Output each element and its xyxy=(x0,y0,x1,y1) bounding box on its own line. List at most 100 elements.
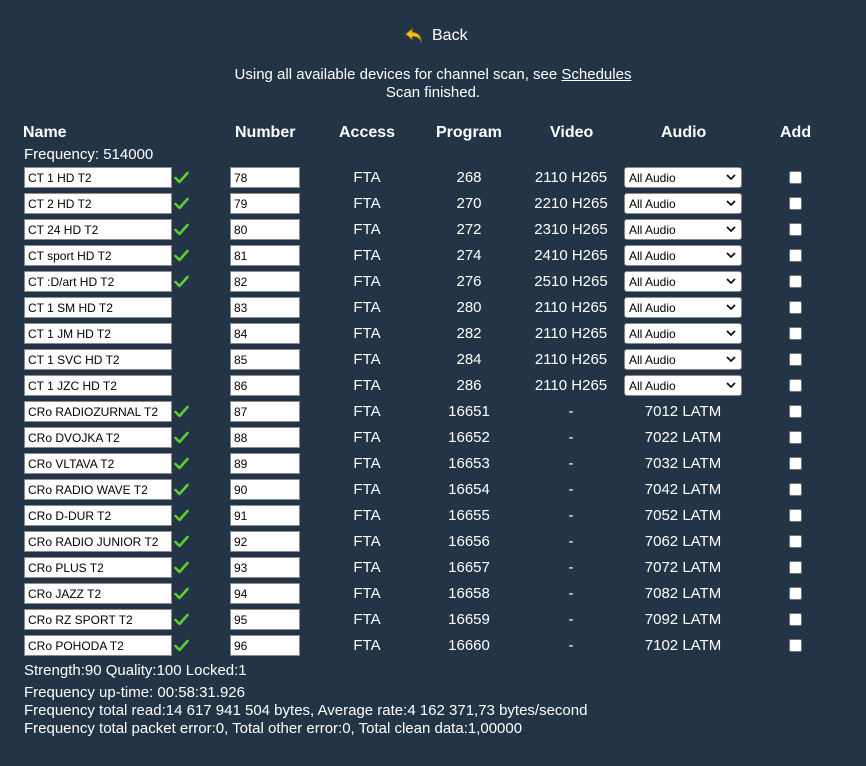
channel-name-input[interactable] xyxy=(24,479,172,500)
channel-number-input[interactable] xyxy=(230,557,300,578)
channel-name-input[interactable] xyxy=(24,375,172,396)
header-access: Access xyxy=(339,124,396,141)
channel-number-input[interactable] xyxy=(230,505,300,526)
channel-audio: 7052 LATM xyxy=(644,507,722,524)
chevron-down-icon xyxy=(726,252,736,259)
signal-status: Strength:90 Quality:100 Locked:1 xyxy=(24,662,247,679)
channel-name-input[interactable] xyxy=(24,531,172,552)
channel-row: FTA 16652 - 7022 LATM xyxy=(0,426,866,452)
add-checkbox[interactable] xyxy=(789,223,802,236)
add-checkbox[interactable] xyxy=(789,431,802,444)
channel-program: 16657 xyxy=(448,559,490,576)
channel-name-input[interactable] xyxy=(24,427,172,448)
add-checkbox[interactable] xyxy=(789,197,802,210)
checkmark-icon xyxy=(174,639,189,652)
add-checkbox[interactable] xyxy=(789,171,802,184)
channel-number-input[interactable] xyxy=(230,635,300,656)
add-checkbox[interactable] xyxy=(789,535,802,548)
audio-select[interactable]: All Audio xyxy=(624,349,742,370)
channel-number-input[interactable] xyxy=(230,297,300,318)
add-checkbox[interactable] xyxy=(789,457,802,470)
channel-number-input[interactable] xyxy=(230,375,300,396)
audio-select[interactable]: All Audio xyxy=(624,271,742,292)
checkmark-icon xyxy=(174,275,189,288)
channel-audio: 7092 LATM xyxy=(644,611,722,628)
add-checkbox[interactable] xyxy=(789,353,802,366)
channel-audio: 7022 LATM xyxy=(644,429,722,446)
audio-select-value: All Audio xyxy=(629,223,676,237)
channel-number-input[interactable] xyxy=(230,479,300,500)
audio-select[interactable]: All Audio xyxy=(624,323,742,344)
add-checkbox[interactable] xyxy=(789,275,802,288)
add-checkbox[interactable] xyxy=(789,327,802,340)
channel-name-input[interactable] xyxy=(24,453,172,474)
channel-number-input[interactable] xyxy=(230,401,300,422)
add-checkbox[interactable] xyxy=(789,483,802,496)
channel-number-input[interactable] xyxy=(230,167,300,188)
channel-number-input[interactable] xyxy=(230,349,300,370)
add-checkbox[interactable] xyxy=(789,301,802,314)
checkmark-icon xyxy=(174,223,189,236)
header-program: Program xyxy=(436,124,502,141)
channel-name-input[interactable] xyxy=(24,609,172,630)
add-checkbox[interactable] xyxy=(789,613,802,626)
add-checkbox[interactable] xyxy=(789,379,802,392)
channel-number-input[interactable] xyxy=(230,193,300,214)
channel-program: 270 xyxy=(456,195,482,212)
channel-video: 2110 H265 xyxy=(534,325,608,342)
channel-name-input[interactable] xyxy=(24,271,172,292)
channel-program: 274 xyxy=(456,247,482,264)
channel-number-input[interactable] xyxy=(230,531,300,552)
back-button[interactable]: Back xyxy=(404,25,468,47)
audio-select[interactable]: All Audio xyxy=(624,375,742,396)
add-checkbox[interactable] xyxy=(789,405,802,418)
channel-row: FTA 282 2110 H265 All Audio xyxy=(0,322,866,348)
checkmark-icon xyxy=(174,535,189,548)
channel-name-input[interactable] xyxy=(24,583,172,604)
channel-access: FTA xyxy=(353,559,381,576)
channel-name-input[interactable] xyxy=(24,557,172,578)
audio-select[interactable]: All Audio xyxy=(624,193,742,214)
channel-name-input[interactable] xyxy=(24,635,172,656)
add-checkbox[interactable] xyxy=(789,249,802,262)
channel-video: 2310 H265 xyxy=(534,221,608,238)
audio-select[interactable]: All Audio xyxy=(624,167,742,188)
back-label: Back xyxy=(432,27,468,44)
channel-row: FTA 284 2110 H265 All Audio xyxy=(0,348,866,374)
schedules-link[interactable]: Schedules xyxy=(561,66,631,83)
add-checkbox[interactable] xyxy=(789,587,802,600)
channel-number-input[interactable] xyxy=(230,453,300,474)
channel-name-input[interactable] xyxy=(24,245,172,266)
audio-select[interactable]: All Audio xyxy=(624,245,742,266)
channel-number-input[interactable] xyxy=(230,323,300,344)
channel-number-input[interactable] xyxy=(230,583,300,604)
header-audio: Audio xyxy=(661,124,707,141)
channel-number-input[interactable] xyxy=(230,219,300,240)
audio-select[interactable]: All Audio xyxy=(624,219,742,240)
channel-access: FTA xyxy=(353,507,381,524)
channel-program: 284 xyxy=(456,351,482,368)
checkmark-icon xyxy=(174,171,189,184)
channel-number-input[interactable] xyxy=(230,271,300,292)
scan-status: Scan finished. xyxy=(385,84,481,101)
add-checkbox[interactable] xyxy=(789,561,802,574)
channel-name-input[interactable] xyxy=(24,349,172,370)
channel-number-input[interactable] xyxy=(230,245,300,266)
channel-row: FTA 286 2110 H265 All Audio xyxy=(0,374,866,400)
channel-name-input[interactable] xyxy=(24,167,172,188)
channel-name-input[interactable] xyxy=(24,219,172,240)
channel-name-input[interactable] xyxy=(24,505,172,526)
channel-name-input[interactable] xyxy=(24,193,172,214)
channel-name-input[interactable] xyxy=(24,297,172,318)
audio-select[interactable]: All Audio xyxy=(624,297,742,318)
audio-select-value: All Audio xyxy=(629,249,676,263)
add-checkbox[interactable] xyxy=(789,639,802,652)
channel-program: 272 xyxy=(456,221,482,238)
channel-name-input[interactable] xyxy=(24,323,172,344)
channel-name-input[interactable] xyxy=(24,401,172,422)
add-checkbox[interactable] xyxy=(789,509,802,522)
channel-program: 16655 xyxy=(448,507,490,524)
channel-number-input[interactable] xyxy=(230,427,300,448)
channel-number-input[interactable] xyxy=(230,609,300,630)
checkmark-icon xyxy=(174,405,189,418)
